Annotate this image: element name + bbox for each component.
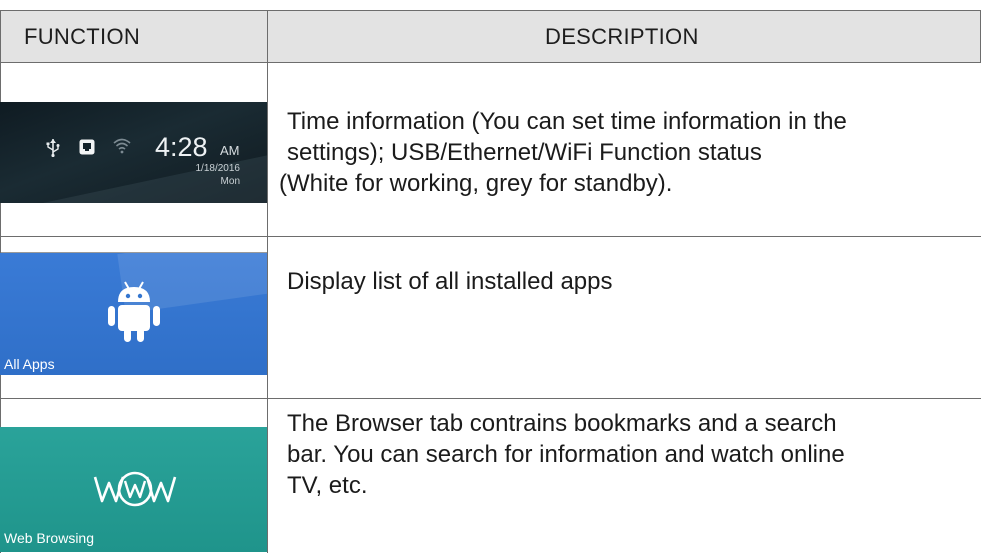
header-function: FUNCTION (24, 24, 141, 49)
table-header (0, 10, 981, 62)
description-line: TV, etc. (287, 472, 368, 499)
row1-description: Time information (You can set time infor… (279, 106, 977, 199)
description-line: Display list of all installed apps (287, 268, 613, 295)
rule-column-divider (267, 10, 268, 553)
clock-day: Mon (220, 176, 240, 187)
rule-top (0, 10, 981, 11)
header-description: DESCRIPTION (545, 24, 699, 49)
clock-date: 1/18/2016 (195, 163, 241, 174)
usb-icon (46, 139, 60, 157)
all-apps-tile: All Apps (0, 253, 267, 375)
www-icon (93, 471, 177, 507)
rule-header-bottom (0, 62, 981, 63)
clock-ampm: AM (220, 143, 240, 158)
row2-description: Display list of all installed apps (287, 266, 977, 297)
wifi-icon (113, 138, 131, 154)
description-line: settings); USB/Ethernet/WiFi Function st… (287, 139, 762, 166)
description-line: (White for working, grey for standby). (279, 170, 673, 197)
web-browsing-tile: Web Browsing (0, 427, 267, 552)
description-line: bar. You can search for information and … (287, 441, 845, 468)
rule-row2-bottom (0, 398, 981, 399)
android-icon (108, 281, 160, 342)
row3-description: The Browser tab contrains bookmarks and … (287, 408, 977, 501)
ethernet-icon (79, 139, 95, 155)
description-line: The Browser tab contrains bookmarks and … (287, 410, 837, 437)
description-line: Time information (You can set time infor… (287, 108, 847, 135)
status-bar-image: 4:28 AM 1/18/2016 Mon (0, 102, 267, 203)
all-apps-label: All Apps (4, 356, 55, 372)
clock-time: 4:28 (155, 132, 208, 162)
web-browsing-label: Web Browsing (4, 530, 95, 546)
rule-row1-bottom (0, 236, 981, 237)
function-description-table: FUNCTION DESCRIPTION 4:28 AM 1/18/2016 M… (0, 0, 981, 553)
